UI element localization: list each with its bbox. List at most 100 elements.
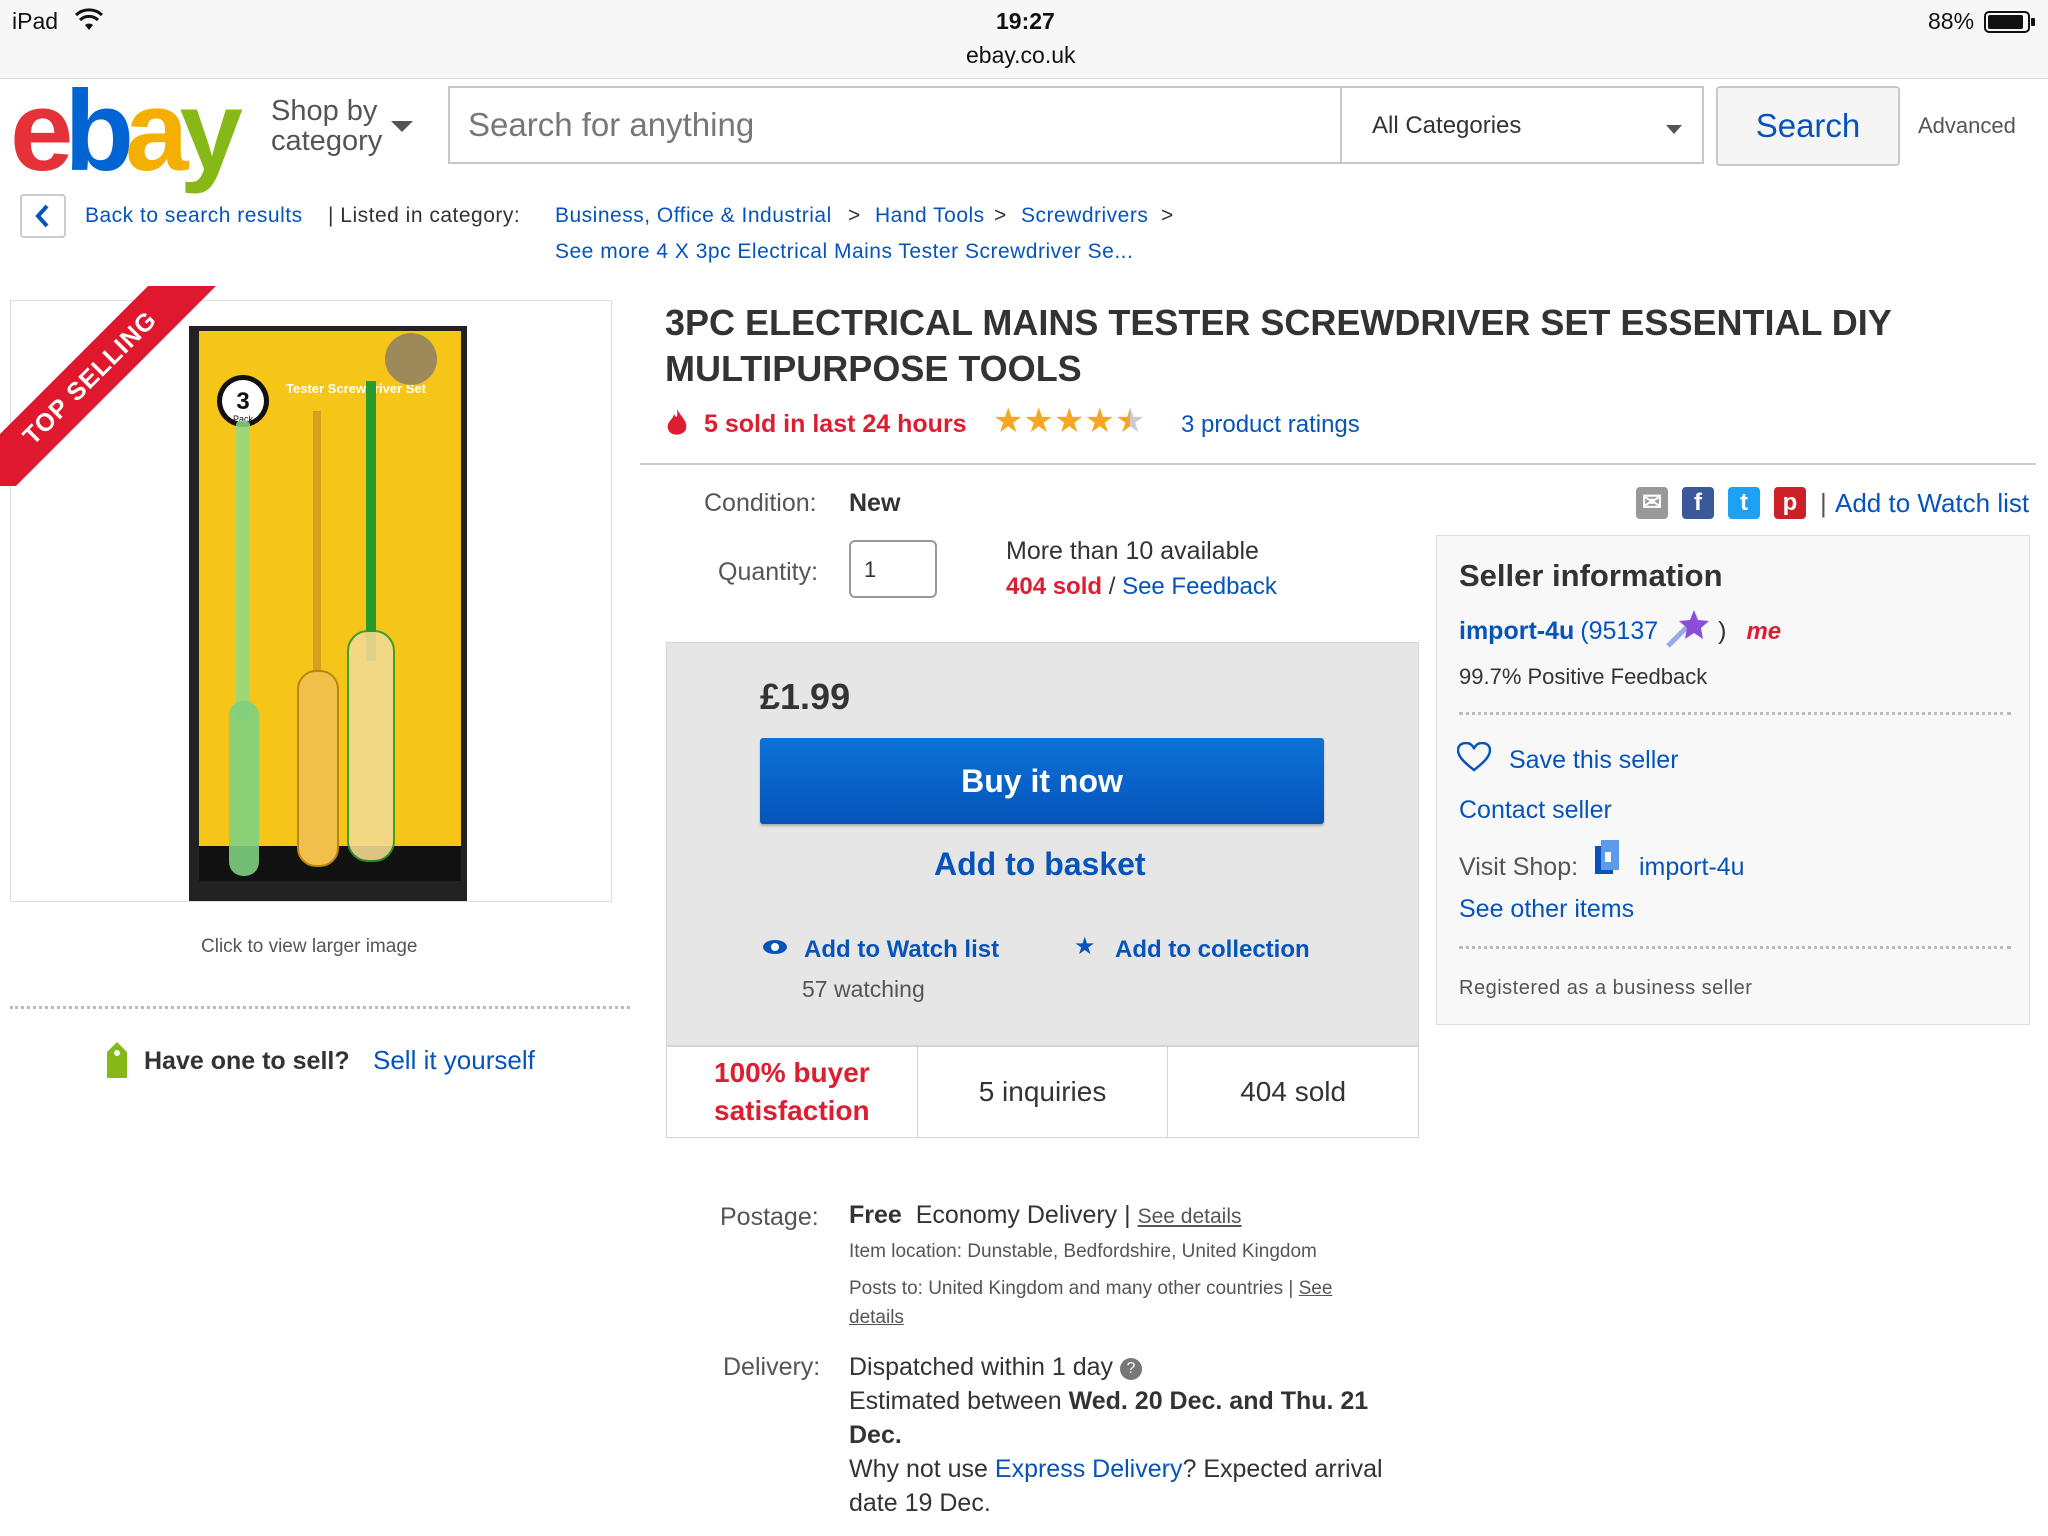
see-feedback-link[interactable]: See Feedback: [1122, 573, 1277, 600]
delivery-label: Delivery:: [723, 1353, 821, 1381]
device-label: iPad: [12, 8, 59, 34]
postage-type: Economy Delivery |: [915, 1201, 1131, 1229]
title-line1: 3PC ELECTRICAL MAINS TESTER SCREWDRIVER …: [665, 302, 1892, 343]
satisfaction-line1: 100% buyer: [714, 1057, 870, 1088]
chevron-down-icon: [390, 120, 414, 139]
divider: [1459, 712, 2011, 715]
seller-name-link[interactable]: import-4u: [1459, 617, 1574, 646]
breadcrumb-business[interactable]: Business, Office & Industrial: [555, 204, 832, 228]
twitter-icon[interactable]: t: [1728, 487, 1760, 519]
postage-label: Postage:: [720, 1203, 819, 1231]
postage-value: Free Economy Delivery | See details: [849, 1201, 1241, 1230]
add-to-basket-button[interactable]: Add to basket: [934, 846, 1146, 883]
search-field[interactable]: [448, 86, 1340, 164]
arrival-date: date 19 Dec.: [849, 1489, 991, 1517]
pack-number: 3: [236, 388, 249, 415]
seller-info-panel: Seller information import-4u (95137 ) me…: [1436, 535, 2030, 1025]
url-bar[interactable]: ebay.co.uk: [966, 42, 1076, 69]
watch-list-top-link[interactable]: Add to Watch list: [1835, 488, 2029, 519]
pinterest-icon[interactable]: p: [1774, 487, 1806, 519]
shop-by-category[interactable]: Shop by category: [271, 96, 382, 156]
delivery-info: Dispatched within 1 day ? Estimated betw…: [849, 1350, 1429, 1520]
add-to-watch-list-button[interactable]: Add to Watch list: [804, 936, 999, 964]
quantity-input[interactable]: 1: [849, 540, 937, 598]
seller-heading: Seller information: [1459, 558, 1723, 593]
chevron-left-icon: [35, 204, 49, 228]
image-caption[interactable]: Click to view larger image: [201, 936, 417, 958]
top-selling-badge: TOP SELLING: [0, 286, 220, 486]
satisfaction-line2: satisfaction: [714, 1095, 870, 1126]
condition-value: New: [849, 489, 901, 517]
breadcrumb-sep: >: [1161, 204, 1174, 227]
star-icon: ★: [993, 402, 1024, 440]
category-selected: All Categories: [1372, 112, 1522, 139]
positive-feedback: 99.7% Positive Feedback: [1459, 664, 1708, 689]
tag-icon: [104, 1040, 130, 1085]
title-divider: [640, 463, 2036, 465]
listed-in-label: | Listed in category:: [328, 204, 521, 227]
eye-icon: [762, 938, 788, 961]
separator: |: [1820, 487, 1827, 518]
see-details-link[interactable]: See details: [1138, 1205, 1242, 1228]
shop-door-icon[interactable]: [1593, 838, 1621, 881]
see-other-items-link[interactable]: See other items: [1459, 895, 1634, 924]
product-title: 3PC ELECTRICAL MAINS TESTER SCREWDRIVER …: [665, 300, 2025, 392]
save-seller-link[interactable]: Save this seller: [1509, 746, 1679, 775]
help-icon[interactable]: ?: [1120, 1358, 1142, 1380]
sold-total: 404 sold: [1240, 1076, 1347, 1107]
see-link[interactable]: See: [1299, 1278, 1333, 1299]
star-rating[interactable]: ★★★★★: [993, 401, 1145, 441]
buy-it-now-button[interactable]: Buy it now: [760, 738, 1324, 824]
posts-to-text: Posts to: United Kingdom and many other …: [849, 1278, 1294, 1299]
estimated-prefix: Estimated between: [849, 1387, 1062, 1415]
contact-seller-link[interactable]: Contact seller: [1459, 796, 1612, 825]
registered-business: Registered as a business seller: [1459, 977, 1753, 999]
ebay-logo[interactable]: ebay: [10, 75, 243, 189]
wifi-icon: [74, 8, 104, 37]
inquiries-count: 5 inquiries: [918, 1047, 1169, 1137]
sold-count: 404 sold: [1006, 573, 1103, 600]
breadcrumb-sep: >: [994, 204, 1007, 227]
see-more-link[interactable]: See more 4 X 3pc Electrical Mains Tester…: [555, 240, 1133, 264]
breadcrumb-sep: >: [848, 204, 861, 227]
search-input[interactable]: [450, 88, 1340, 162]
share-bar: ✉ f t p |: [1636, 487, 1827, 519]
express-delivery-link[interactable]: Express Delivery: [995, 1455, 1183, 1483]
email-icon[interactable]: ✉: [1636, 487, 1668, 519]
battery-icon: [1984, 10, 2036, 39]
price: £1.99: [760, 676, 851, 717]
postage-free: Free: [849, 1201, 902, 1229]
available-text: More than 10 available: [1006, 537, 1259, 565]
advanced-link[interactable]: Advanced: [1918, 113, 2016, 139]
shooting-star-icon: [1664, 606, 1712, 657]
breadcrumb-hand-tools[interactable]: Hand Tools: [875, 204, 985, 228]
title-line2: MULTIPURPOSE TOOLS: [665, 348, 1082, 389]
estimated-dates-end: Dec.: [849, 1421, 902, 1449]
status-bar: iPad 19:27 88% ebay.co.uk: [0, 0, 2048, 79]
star-icon: ★: [1053, 402, 1085, 440]
quantity-label: Quantity:: [718, 558, 819, 586]
search-button[interactable]: Search: [1716, 86, 1900, 166]
half-star-icon: ★: [1114, 402, 1146, 440]
product-ratings-link[interactable]: 3 product ratings: [1181, 411, 1360, 439]
shop-name-link[interactable]: import-4u: [1639, 853, 1745, 882]
sold-recent: 5 sold in last 24 hours: [704, 410, 967, 438]
why-prefix: Why not use: [849, 1455, 988, 1483]
back-to-results-link[interactable]: Back to search results: [85, 204, 303, 228]
divider: [1459, 946, 2011, 949]
back-button[interactable]: [20, 194, 66, 238]
stats-row: 100% buyer satisfaction 5 inquiries 404 …: [666, 1046, 1419, 1138]
facebook-icon[interactable]: f: [1682, 487, 1714, 519]
heart-icon[interactable]: [1456, 741, 1492, 777]
breadcrumb-screwdrivers[interactable]: Screwdrivers: [1021, 204, 1148, 228]
quantity-value: 1: [864, 557, 877, 582]
sell-it-yourself-link[interactable]: Sell it yourself: [373, 1045, 535, 1076]
dropdown-arrow-icon: [1666, 122, 1682, 140]
add-to-collection-button[interactable]: Add to collection: [1115, 936, 1310, 964]
details-link[interactable]: details: [849, 1307, 904, 1328]
me-badge-icon: me: [1746, 617, 1782, 645]
star-icon: ★: [1084, 402, 1115, 440]
seller-score[interactable]: (95137: [1580, 617, 1658, 646]
shop-by-line1: Shop by: [271, 95, 378, 127]
category-select[interactable]: All Categories: [1340, 86, 1704, 164]
